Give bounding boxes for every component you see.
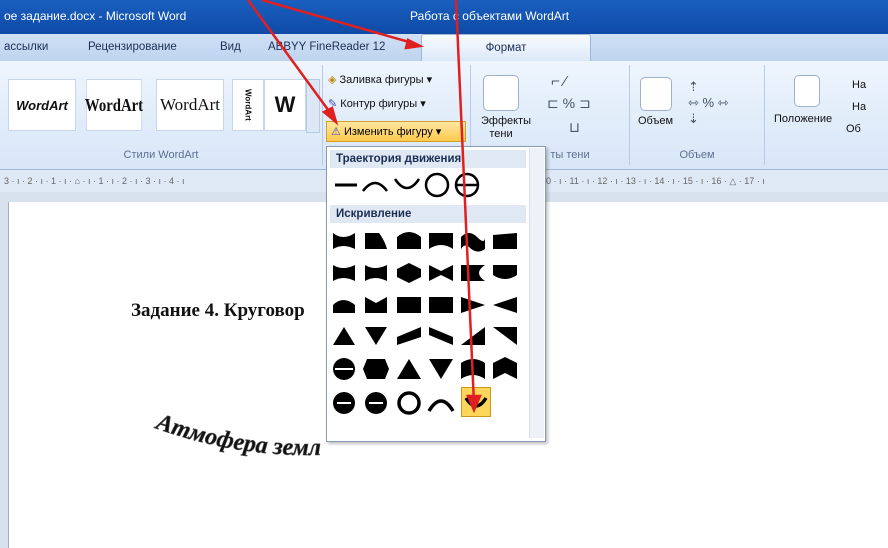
shadow-toggle-icon[interactable]: ⊏ % ⊐ — [547, 95, 591, 112]
shadow-effects-icon — [483, 75, 519, 111]
arrange-item-1[interactable]: На — [852, 79, 866, 91]
group-arrange: Положение На На Об — [766, 65, 888, 165]
pen-icon: ✎ — [328, 98, 338, 110]
wordart-style-5[interactable]: W — [264, 79, 306, 131]
group-label-3d: Объем — [679, 149, 715, 161]
context-tab-title: Работа с объектами WordArt — [410, 9, 570, 23]
arch-down-icon — [464, 397, 488, 408]
tab-abbyy[interactable]: ABBYY FineReader 12 — [268, 34, 385, 61]
tab-review[interactable]: Рецензирование — [88, 34, 177, 61]
shape-outline-button[interactable]: ✎ Контур фигуры ▾ — [328, 97, 426, 110]
section-path-header: Траектория движения — [330, 150, 526, 168]
svg-text:Атмофера земл: Атмофера земл — [151, 410, 321, 461]
change-shape-button[interactable]: ⚠ Изменить фигуру ▾ — [326, 121, 466, 142]
shape-fill-button[interactable]: ◈ Заливка фигуры ▾ — [328, 73, 432, 86]
wordart-style-4[interactable]: WordArt — [232, 79, 264, 131]
styles-scroll[interactable] — [306, 79, 320, 133]
warp-shapes-grid — [333, 232, 517, 415]
wordart-style-3[interactable]: WordArt — [156, 79, 224, 131]
shadow-down-icon[interactable]: ⊔ — [569, 119, 580, 136]
tab-view[interactable]: Вид — [220, 34, 241, 61]
path-shapes-row — [335, 172, 480, 198]
3d-tilt-icons[interactable]: ⇡ ⇿ % ⇿ ⇣ — [688, 79, 729, 127]
window-title: ое задание.docx - Microsoft Word — [4, 9, 187, 23]
group-label-wordart-styles: Стили WordArt — [123, 149, 199, 161]
title-bar: ое задание.docx - Microsoft Word Работа … — [0, 0, 888, 34]
change-shape-icon: ⚠ — [331, 126, 341, 138]
paint-bucket-icon: ◈ — [328, 74, 337, 86]
dropdown-scrollbar[interactable] — [529, 148, 544, 438]
group-3d: Объем ⇡ ⇿ % ⇿ ⇣ Объем — [630, 65, 765, 165]
task-heading: Задание 4. Круговор — [131, 300, 305, 321]
shadow-effects-button[interactable]: Эффекты тени — [481, 115, 531, 141]
wordart-style-2[interactable]: WordArt — [85, 79, 143, 131]
3d-cube-icon — [640, 77, 672, 111]
section-warp-header: Искривление — [330, 205, 526, 223]
arrange-item-3[interactable]: Об — [846, 123, 861, 135]
position-button[interactable]: Положение — [774, 113, 832, 125]
tab-format[interactable]: Формат — [421, 34, 591, 62]
ribbon-tabs: ассылки Рецензирование Вид ABBYY FineRea… — [0, 34, 888, 62]
wordart-style-1[interactable]: WordArt — [8, 79, 76, 131]
tab-mailings[interactable]: ассылки — [4, 34, 48, 61]
position-icon — [794, 75, 820, 107]
arrange-item-2[interactable]: На — [852, 101, 866, 113]
change-shape-dropdown: Траектория движения Искривление — [326, 146, 546, 442]
wordart-text: Атмофера земл — [151, 410, 322, 461]
group-wordart-styles: WordArt WordArt WordArt WordArt W Стили … — [0, 65, 323, 165]
shadow-nudge-icons[interactable]: ⌐ ⁄ — [551, 73, 566, 90]
3d-effects-button[interactable]: Объем — [638, 115, 673, 127]
warp-shape-arch-down-selected[interactable] — [461, 387, 491, 417]
